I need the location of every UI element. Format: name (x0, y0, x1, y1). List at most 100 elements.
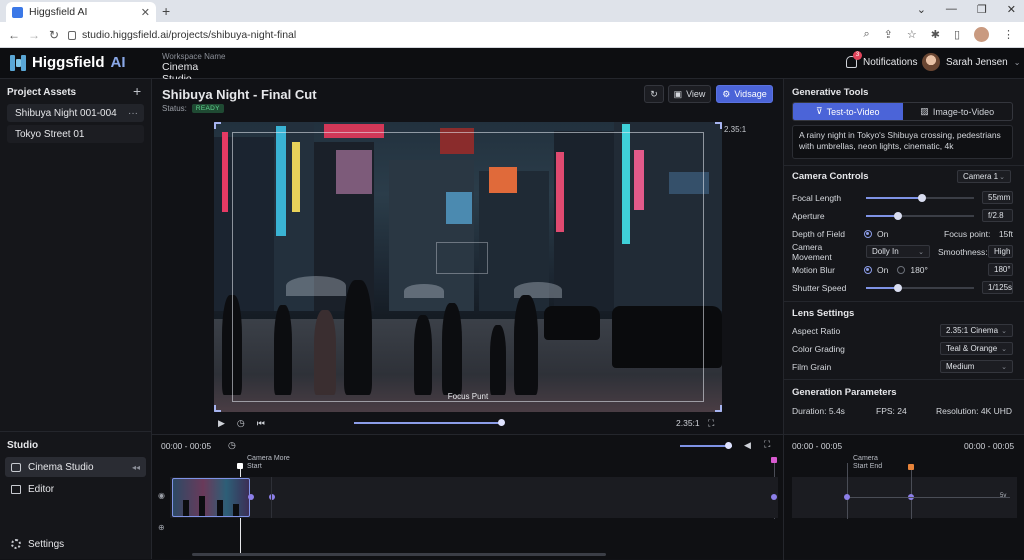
motion-blur-on-radio[interactable] (864, 266, 872, 274)
asset-item[interactable]: Tokyo Street 01 (7, 125, 144, 143)
focal-length-slider[interactable] (866, 194, 974, 202)
movement-value: Dolly In (872, 247, 899, 256)
sidepanel-icon[interactable]: ▯ (954, 28, 960, 41)
notifications-button[interactable]: 3 Notifications (846, 51, 918, 68)
focus-point-value[interactable]: 15ft (999, 229, 1013, 239)
grain-select[interactable]: Medium ⌄ (940, 360, 1013, 373)
keyframe[interactable] (248, 494, 254, 500)
motion-blur-value[interactable]: 180° (988, 263, 1013, 276)
grading-label: Color Grading (792, 344, 845, 354)
expand-icon[interactable]: ⛶ (764, 439, 770, 450)
playhead-handle[interactable] (237, 463, 243, 469)
share-icon[interactable]: ⇪ (884, 28, 893, 41)
video-track[interactable] (170, 477, 778, 518)
crop-handle[interactable] (715, 405, 722, 412)
new-tab-button[interactable]: + (162, 3, 170, 19)
zoom-icon[interactable]: ⌕ (863, 28, 869, 41)
aspect-select[interactable]: 2.35:1 Cinema ⌄ (940, 324, 1013, 337)
view-button[interactable]: ▣ View (668, 85, 711, 103)
bookmark-star-icon[interactable]: ☆ (907, 28, 917, 41)
browser-tabbar: Higgsfield AI ✕ + ⌄ — ❐ ✕ (0, 0, 1024, 22)
add-asset-button[interactable]: + (133, 83, 141, 99)
site-info-icon[interactable] (68, 30, 76, 40)
status-badge: READY (191, 104, 224, 113)
brand-logo[interactable]: Higgsfield AI (10, 54, 126, 71)
duration-value: Duration: 5.4s (792, 406, 845, 416)
crop-handle[interactable] (214, 405, 221, 412)
scrub-bar[interactable] (354, 422, 504, 424)
back-icon[interactable]: ← (4, 28, 24, 42)
focal-length-handle[interactable] (918, 194, 927, 202)
motion-blur-angle-radio[interactable] (897, 266, 906, 274)
tab-text-to-video[interactable]: ⊽ Test-to-Video (793, 103, 903, 120)
extensions-icon[interactable]: ✱ (931, 28, 940, 41)
aspect-value: 2.35:1 Cinema (946, 326, 999, 335)
tab-image-to-video[interactable]: ▨ Image-to-Video (903, 103, 1013, 120)
camera-select[interactable]: Camera 1 ⌄ (957, 170, 1011, 183)
shutter-value[interactable]: 1/125s (982, 281, 1013, 294)
aperture-value[interactable]: f/2.8 (982, 209, 1013, 222)
skip-back-icon[interactable]: ⏮ (257, 418, 265, 429)
asset-item[interactable]: Shibuya Night 001-004 ··· (7, 104, 144, 122)
shutter-slider[interactable] (866, 284, 974, 292)
zoom-handle[interactable] (725, 442, 732, 449)
track-visibility-icon[interactable]: ◉ (158, 491, 165, 500)
sidebar-item-cinema-studio[interactable]: Cinema Studio ◂◂ (5, 457, 146, 477)
sidebar-item-settings[interactable]: Settings (5, 534, 146, 554)
browser-tab[interactable]: Higgsfield AI ✕ (6, 2, 156, 22)
smoothness-value[interactable]: High (988, 245, 1013, 258)
volume-icon[interactable]: ◀ (744, 440, 751, 451)
dof-radio[interactable] (864, 230, 872, 238)
focus-point-label: Focus Punt (447, 392, 489, 401)
timeline-scrollbar[interactable] (192, 553, 606, 556)
more-icon[interactable]: ··· (128, 108, 138, 119)
crop-handle[interactable] (715, 122, 722, 129)
minimize-icon[interactable]: — (946, 3, 957, 16)
chevron-down-icon[interactable]: ⌄ (917, 3, 926, 16)
aperture-handle[interactable] (894, 212, 903, 220)
chevron-down-icon: ⌄ (1001, 327, 1007, 335)
keyframe[interactable] (771, 494, 777, 500)
focal-length-fill (866, 197, 923, 199)
asset-label: Shibuya Night 001-004 (15, 107, 117, 119)
add-track-icon[interactable]: ⊕ (158, 523, 165, 532)
collapse-icon[interactable]: ◂◂ (132, 463, 140, 472)
focus-reticle[interactable] (436, 242, 488, 274)
grading-select[interactable]: Teal & Orange ⌄ (940, 342, 1013, 355)
studio-section: Studio Cinema Studio ◂◂ Editor Settings (0, 431, 152, 559)
url-field[interactable]: studio.higgsfield.ai/projects/shibuya-ni… (68, 25, 868, 45)
status-label: Status: (162, 104, 187, 113)
workspace-switcher[interactable]: Workspace Name Cinema Studio ⌄ (162, 52, 225, 85)
motion-blur-row: Motion Blur On 180° 180° (792, 263, 1013, 277)
generate-button[interactable]: ⚙ Vidsage (716, 85, 773, 103)
movement-select[interactable]: Dolly In ⌄ (866, 245, 930, 258)
film-grain-row: Film Grain Medium ⌄ (792, 360, 1013, 374)
fullscreen-icon[interactable]: ⛶ (708, 418, 714, 429)
notifications-label: Notifications (863, 56, 918, 68)
video-preview[interactable]: Focus Punt (214, 122, 722, 412)
menu-icon[interactable]: ⋮ (1003, 28, 1014, 41)
forward-icon[interactable]: → (24, 28, 44, 42)
close-tab-icon[interactable]: ✕ (141, 6, 150, 19)
prompt-input[interactable]: A rainy night in Tokyo's Shibuya crossin… (792, 125, 1013, 159)
scrub-handle[interactable] (498, 419, 505, 426)
restore-icon[interactable]: ❐ (977, 3, 987, 16)
dof-label: Depth of Field (792, 229, 845, 239)
focal-length-value[interactable]: 55mm (982, 191, 1013, 204)
keyframe[interactable] (269, 494, 275, 500)
play-icon[interactable]: ▶ (218, 418, 225, 429)
sidebar-item-editor[interactable]: Editor (5, 479, 146, 499)
aspect-label: Aspect Ratio (792, 326, 841, 336)
timer-icon[interactable]: ◷ (237, 418, 245, 429)
timer-icon[interactable]: ◷ (228, 440, 236, 451)
aperture-slider[interactable] (866, 212, 974, 220)
close-window-icon[interactable]: ✕ (1007, 3, 1016, 16)
video-clip[interactable] (172, 478, 250, 517)
crop-handle[interactable] (214, 122, 221, 129)
user-menu[interactable]: Sarah Jensen ⌄ (922, 53, 1020, 71)
reload-icon[interactable]: ↻ (44, 28, 64, 42)
fps-value: FPS: 24 (876, 406, 907, 416)
shutter-handle[interactable] (894, 284, 903, 292)
profile-avatar[interactable] (974, 27, 989, 42)
refresh-button[interactable]: ↻ (644, 85, 664, 103)
